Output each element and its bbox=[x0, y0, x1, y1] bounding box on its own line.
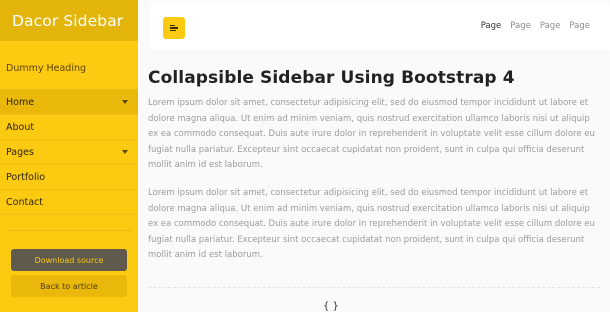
back-to-article-button[interactable]: Back to article bbox=[11, 275, 127, 297]
sidebar-item-label: Home bbox=[6, 96, 35, 108]
paragraph-2: Lorem ipsum dolor sit amet, consectetur … bbox=[148, 188, 595, 261]
sidebar-item-home[interactable]: Home bbox=[0, 90, 138, 115]
nav-link-page-3[interactable]: Page bbox=[540, 21, 561, 31]
download-source-button[interactable]: Download source bbox=[11, 249, 127, 271]
caret-down-icon bbox=[122, 100, 128, 104]
page-title: Collapsible Sidebar Using Bootstrap 4 bbox=[148, 68, 515, 88]
sidebar-item-contact[interactable]: Contact bbox=[0, 190, 138, 215]
sidebar: Dacor Sidebar Dummy Heading Home About P… bbox=[0, 0, 138, 312]
caret-down-icon bbox=[122, 150, 128, 154]
main-content: Page Page Page Page Collapsible Sidebar … bbox=[138, 0, 610, 312]
sidebar-divider bbox=[6, 230, 132, 231]
sidebar-brand[interactable]: Dacor Sidebar bbox=[0, 0, 138, 41]
sidebar-item-label: Contact bbox=[6, 196, 43, 208]
sidebar-item-portfolio[interactable]: Portfolio bbox=[0, 165, 138, 190]
nav-link-page-4[interactable]: Page bbox=[569, 21, 590, 31]
sidebar-item-label: About bbox=[6, 121, 35, 133]
content-divider bbox=[148, 287, 600, 288]
sidebar-item-about[interactable]: About bbox=[0, 115, 138, 140]
top-nav-links: Page Page Page Page bbox=[481, 21, 590, 31]
paragraph-1: Lorem ipsum dolor sit amet, consectetur … bbox=[148, 98, 595, 171]
sidebar-item-label: Pages bbox=[6, 146, 34, 158]
top-navbar: Page Page Page Page bbox=[150, 3, 610, 50]
sidebar-nav: Home About Pages Portfolio Contact bbox=[0, 89, 138, 215]
brand-title: Dacor Sidebar bbox=[12, 11, 124, 30]
sidebar-item-label: Portfolio bbox=[6, 171, 46, 183]
sidebar-toggle-button[interactable] bbox=[163, 17, 185, 39]
sidebar-item-pages[interactable]: Pages bbox=[0, 140, 138, 165]
nav-link-page-2[interactable]: Page bbox=[510, 21, 531, 31]
nav-link-page-1[interactable]: Page bbox=[481, 21, 502, 31]
code-braces-icon: { } bbox=[323, 301, 339, 312]
hamburger-icon bbox=[170, 24, 178, 32]
